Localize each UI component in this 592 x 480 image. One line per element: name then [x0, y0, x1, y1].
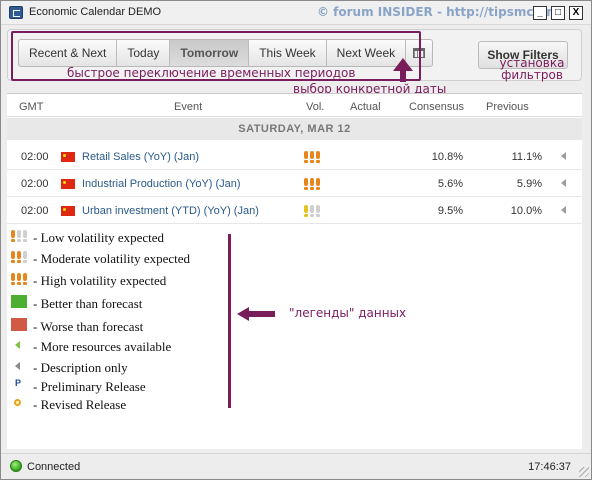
- legend-label: - Moderate volatility expected: [33, 251, 191, 266]
- col-gmt[interactable]: GMT: [19, 101, 43, 113]
- close-button[interactable]: X: [569, 6, 583, 20]
- p-letter-icon: P: [15, 378, 22, 388]
- low-volatility-icon: [11, 230, 29, 242]
- col-consensus[interactable]: Consensus: [409, 101, 464, 113]
- legend-label: - Description only: [33, 360, 128, 375]
- row-time: 02:00: [21, 205, 49, 217]
- col-event[interactable]: Event: [174, 101, 202, 113]
- row-consensus: 10.8%: [431, 151, 463, 163]
- row-event-link[interactable]: Retail Sales (YoY) (Jan): [82, 151, 199, 163]
- worse-square-icon: [11, 318, 27, 331]
- high-volatility-icon: [304, 178, 322, 190]
- legend-pointer-arrow-icon: [237, 307, 275, 321]
- date-pointer-arrow-icon: [393, 58, 413, 82]
- legend-label: - More resources available: [33, 339, 172, 354]
- status-clock: 17:46:37: [528, 461, 571, 473]
- row-previous: 11.1%: [511, 151, 542, 163]
- legend-label: - Better than forecast: [33, 296, 143, 311]
- annotation-filters: установка фильтров: [492, 57, 572, 81]
- table-row[interactable]: 02:00 Industrial Production (YoY) (Jan) …: [7, 170, 582, 197]
- legend-item: - Revised Release: [11, 394, 241, 414]
- row-time: 02:00: [21, 151, 49, 163]
- high-volatility-icon: [11, 273, 29, 285]
- col-previous[interactable]: Previous: [486, 101, 529, 113]
- minimize-button[interactable]: _: [533, 6, 547, 20]
- china-flag-icon: [61, 152, 75, 162]
- green-arrow-icon: [15, 341, 20, 349]
- legend-label: - High volatility expected: [33, 273, 167, 288]
- china-flag-icon: [61, 179, 75, 189]
- row-previous: 10.0%: [510, 205, 542, 217]
- china-flag-icon: [61, 206, 75, 216]
- legend-label: - Worse than forecast: [33, 319, 144, 334]
- window-title: Economic Calendar DEMO: [29, 6, 162, 18]
- watermark-text: © forum INSIDER - http://tipsmc.org: [317, 5, 561, 19]
- annotation-period-switch: быстрое переключение временных периодов: [67, 66, 356, 80]
- expand-arrow-icon[interactable]: [561, 152, 566, 160]
- row-consensus: 9.5%: [437, 205, 463, 217]
- low-volatility-icon: [304, 205, 322, 217]
- resize-grip-icon[interactable]: [579, 467, 589, 477]
- gray-arrow-icon: [15, 362, 20, 370]
- row-event-link[interactable]: Industrial Production (YoY) (Jan): [82, 178, 241, 190]
- revised-dot-icon: [14, 399, 21, 406]
- expand-arrow-icon[interactable]: [561, 179, 566, 187]
- col-actual[interactable]: Actual: [350, 101, 381, 113]
- table-row[interactable]: 02:00 Retail Sales (YoY) (Jan) 10.8% 11.…: [7, 143, 582, 170]
- moderate-volatility-icon: [11, 251, 29, 263]
- better-square-icon: [11, 295, 27, 308]
- legend-item: P - Preliminary Release: [11, 376, 241, 396]
- legend-item: - Moderate volatility expected: [11, 248, 241, 268]
- expand-arrow-icon[interactable]: [561, 206, 566, 214]
- legend-item: - Better than forecast: [11, 293, 241, 313]
- legend-label: - Revised Release: [33, 397, 127, 412]
- legend-label: - Preliminary Release: [33, 379, 146, 394]
- row-time: 02:00: [21, 178, 49, 190]
- connection-status-icon: [10, 460, 22, 472]
- table-row[interactable]: 02:00 Urban investment (YTD) (YoY) (Jan)…: [7, 197, 582, 224]
- legend-item: - More resources available: [11, 336, 241, 356]
- annotation-filters-line2: фильтров: [501, 68, 563, 82]
- legend-label: - Low volatility expected: [33, 230, 165, 245]
- connection-status: Connected: [27, 461, 81, 473]
- status-bar: Connected 17:46:37: [1, 453, 591, 479]
- legend-item: - Worse than forecast: [11, 316, 241, 336]
- row-consensus: 5.6%: [437, 178, 463, 190]
- column-headers: GMT Event Vol. Actual Consensus Previous: [7, 93, 582, 117]
- date-header: SATURDAY, MAR 12: [7, 118, 582, 140]
- row-event-link[interactable]: Urban investment (YTD) (YoY) (Jan): [82, 205, 259, 217]
- app-window: Economic Calendar DEMO © forum INSIDER -…: [0, 0, 592, 480]
- annotation-legend: "легенды" данных: [289, 306, 407, 320]
- col-vol[interactable]: Vol.: [306, 101, 324, 113]
- legend-item: - Low volatility expected: [11, 227, 241, 247]
- maximize-button[interactable]: □: [551, 6, 565, 20]
- title-bar: Economic Calendar DEMO © forum INSIDER -…: [1, 1, 591, 25]
- legend-bracket-line: [228, 234, 231, 408]
- row-previous: 5.9%: [516, 178, 542, 190]
- legend-item: - Description only: [11, 357, 241, 377]
- app-icon: [9, 6, 23, 19]
- high-volatility-icon: [304, 151, 322, 163]
- legend-item: - High volatility expected: [11, 270, 241, 290]
